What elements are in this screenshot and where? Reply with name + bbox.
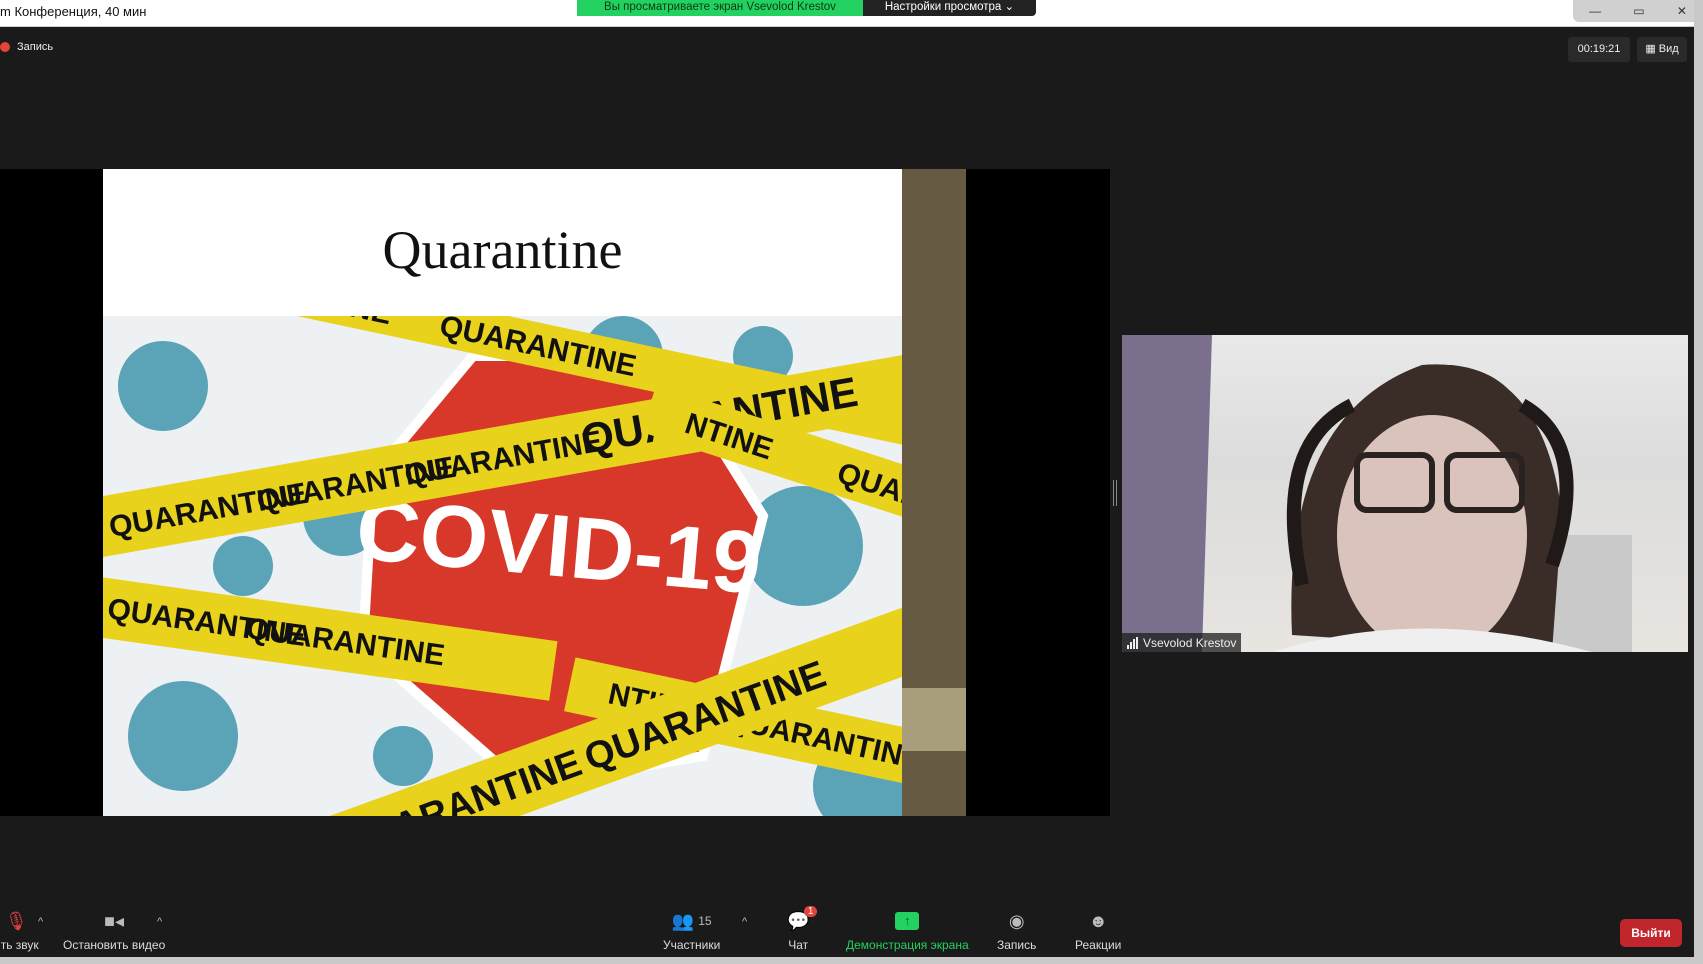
grid-icon: ▦ bbox=[1645, 43, 1659, 55]
chat-button[interactable]: 💬 1 Чат bbox=[787, 906, 818, 952]
reactions-label: Реакции bbox=[1075, 938, 1122, 952]
close-button[interactable]: ✕ bbox=[1677, 4, 1687, 18]
window-controls: — ▭ ✕ bbox=[1573, 0, 1703, 22]
stop-video-button[interactable]: ■◂ Остановить видео bbox=[63, 910, 166, 953]
chat-icon: 💬 1 bbox=[787, 906, 818, 932]
recording-indicator: Запись bbox=[0, 41, 53, 53]
participants-label: Участники bbox=[663, 938, 721, 952]
leave-button[interactable]: Выйти bbox=[1620, 919, 1682, 947]
view-label: Вид bbox=[1658, 43, 1679, 55]
record-label: Запись bbox=[997, 938, 1037, 952]
participants-count: 15 bbox=[698, 914, 712, 928]
reactions-button[interactable]: ☻ Реакции bbox=[1075, 910, 1122, 953]
share-screen-icon: ↑ bbox=[895, 910, 920, 932]
covid-quarantine-image: COVID-19 QUARANTINE QUARANTINE QUARANTINE… bbox=[103, 316, 902, 816]
slide-side-patch bbox=[902, 688, 966, 751]
window-edge-bottom bbox=[0, 957, 1703, 964]
participants-button[interactable]: 👥 15 Участники bbox=[663, 910, 721, 953]
stop-video-label: Остановить видео bbox=[63, 938, 166, 952]
meeting-timer: 00:19:21 bbox=[1568, 37, 1630, 62]
share-screen-label: Демонстрация экрана bbox=[846, 938, 969, 952]
participant-name: Vsevolod Krestov bbox=[1143, 635, 1237, 650]
video-camera-icon: ■◂ bbox=[104, 910, 125, 931]
share-screen-button[interactable]: ↑ Демонстрация экрана bbox=[846, 910, 969, 952]
signal-strength-icon bbox=[1127, 636, 1138, 649]
participant-video[interactable]: Vsevolod Krestov bbox=[1122, 335, 1688, 652]
audio-options-caret[interactable]: ^ bbox=[38, 916, 43, 928]
window-edge bbox=[1694, 0, 1703, 964]
presentation-slide: Quarantine COVID-19 QUARANTINE QUARANTINE… bbox=[103, 169, 902, 816]
microphone-muted-icon: 🎙 bbox=[4, 910, 28, 931]
record-button[interactable]: ◉ Запись bbox=[997, 910, 1037, 953]
record-icon: ◉ bbox=[1008, 910, 1025, 931]
record-dot-icon bbox=[0, 42, 10, 52]
resize-handle[interactable] bbox=[1113, 480, 1117, 506]
mute-button[interactable]: 🎙 ить звук bbox=[0, 910, 39, 953]
view-options-button[interactable]: Настройки просмотра ⌄ bbox=[863, 0, 1036, 16]
participants-icon: 👥 15 bbox=[671, 910, 712, 931]
minimize-button[interactable]: — bbox=[1589, 4, 1601, 18]
maximize-button[interactable]: ▭ bbox=[1633, 4, 1644, 18]
video-options-caret[interactable]: ^ bbox=[157, 916, 162, 928]
viewing-banner: Вы просматриваете экран Vsevolod Krestov bbox=[577, 0, 863, 16]
mute-label: ить звук bbox=[0, 938, 39, 952]
chat-label: Чат bbox=[788, 938, 809, 952]
window-title: m Конференция, 40 мин bbox=[0, 4, 147, 19]
chat-badge: 1 bbox=[803, 906, 818, 917]
participants-options-caret[interactable]: ^ bbox=[742, 916, 747, 928]
participant-video-frame bbox=[1122, 335, 1632, 652]
recording-label: Запись bbox=[17, 41, 54, 53]
participant-name-tag: Vsevolod Krestov bbox=[1122, 633, 1242, 652]
reactions-icon: ☻ bbox=[1088, 910, 1108, 931]
view-button[interactable]: ▦ Вид bbox=[1637, 37, 1687, 62]
slide-title: Quarantine bbox=[382, 220, 623, 280]
